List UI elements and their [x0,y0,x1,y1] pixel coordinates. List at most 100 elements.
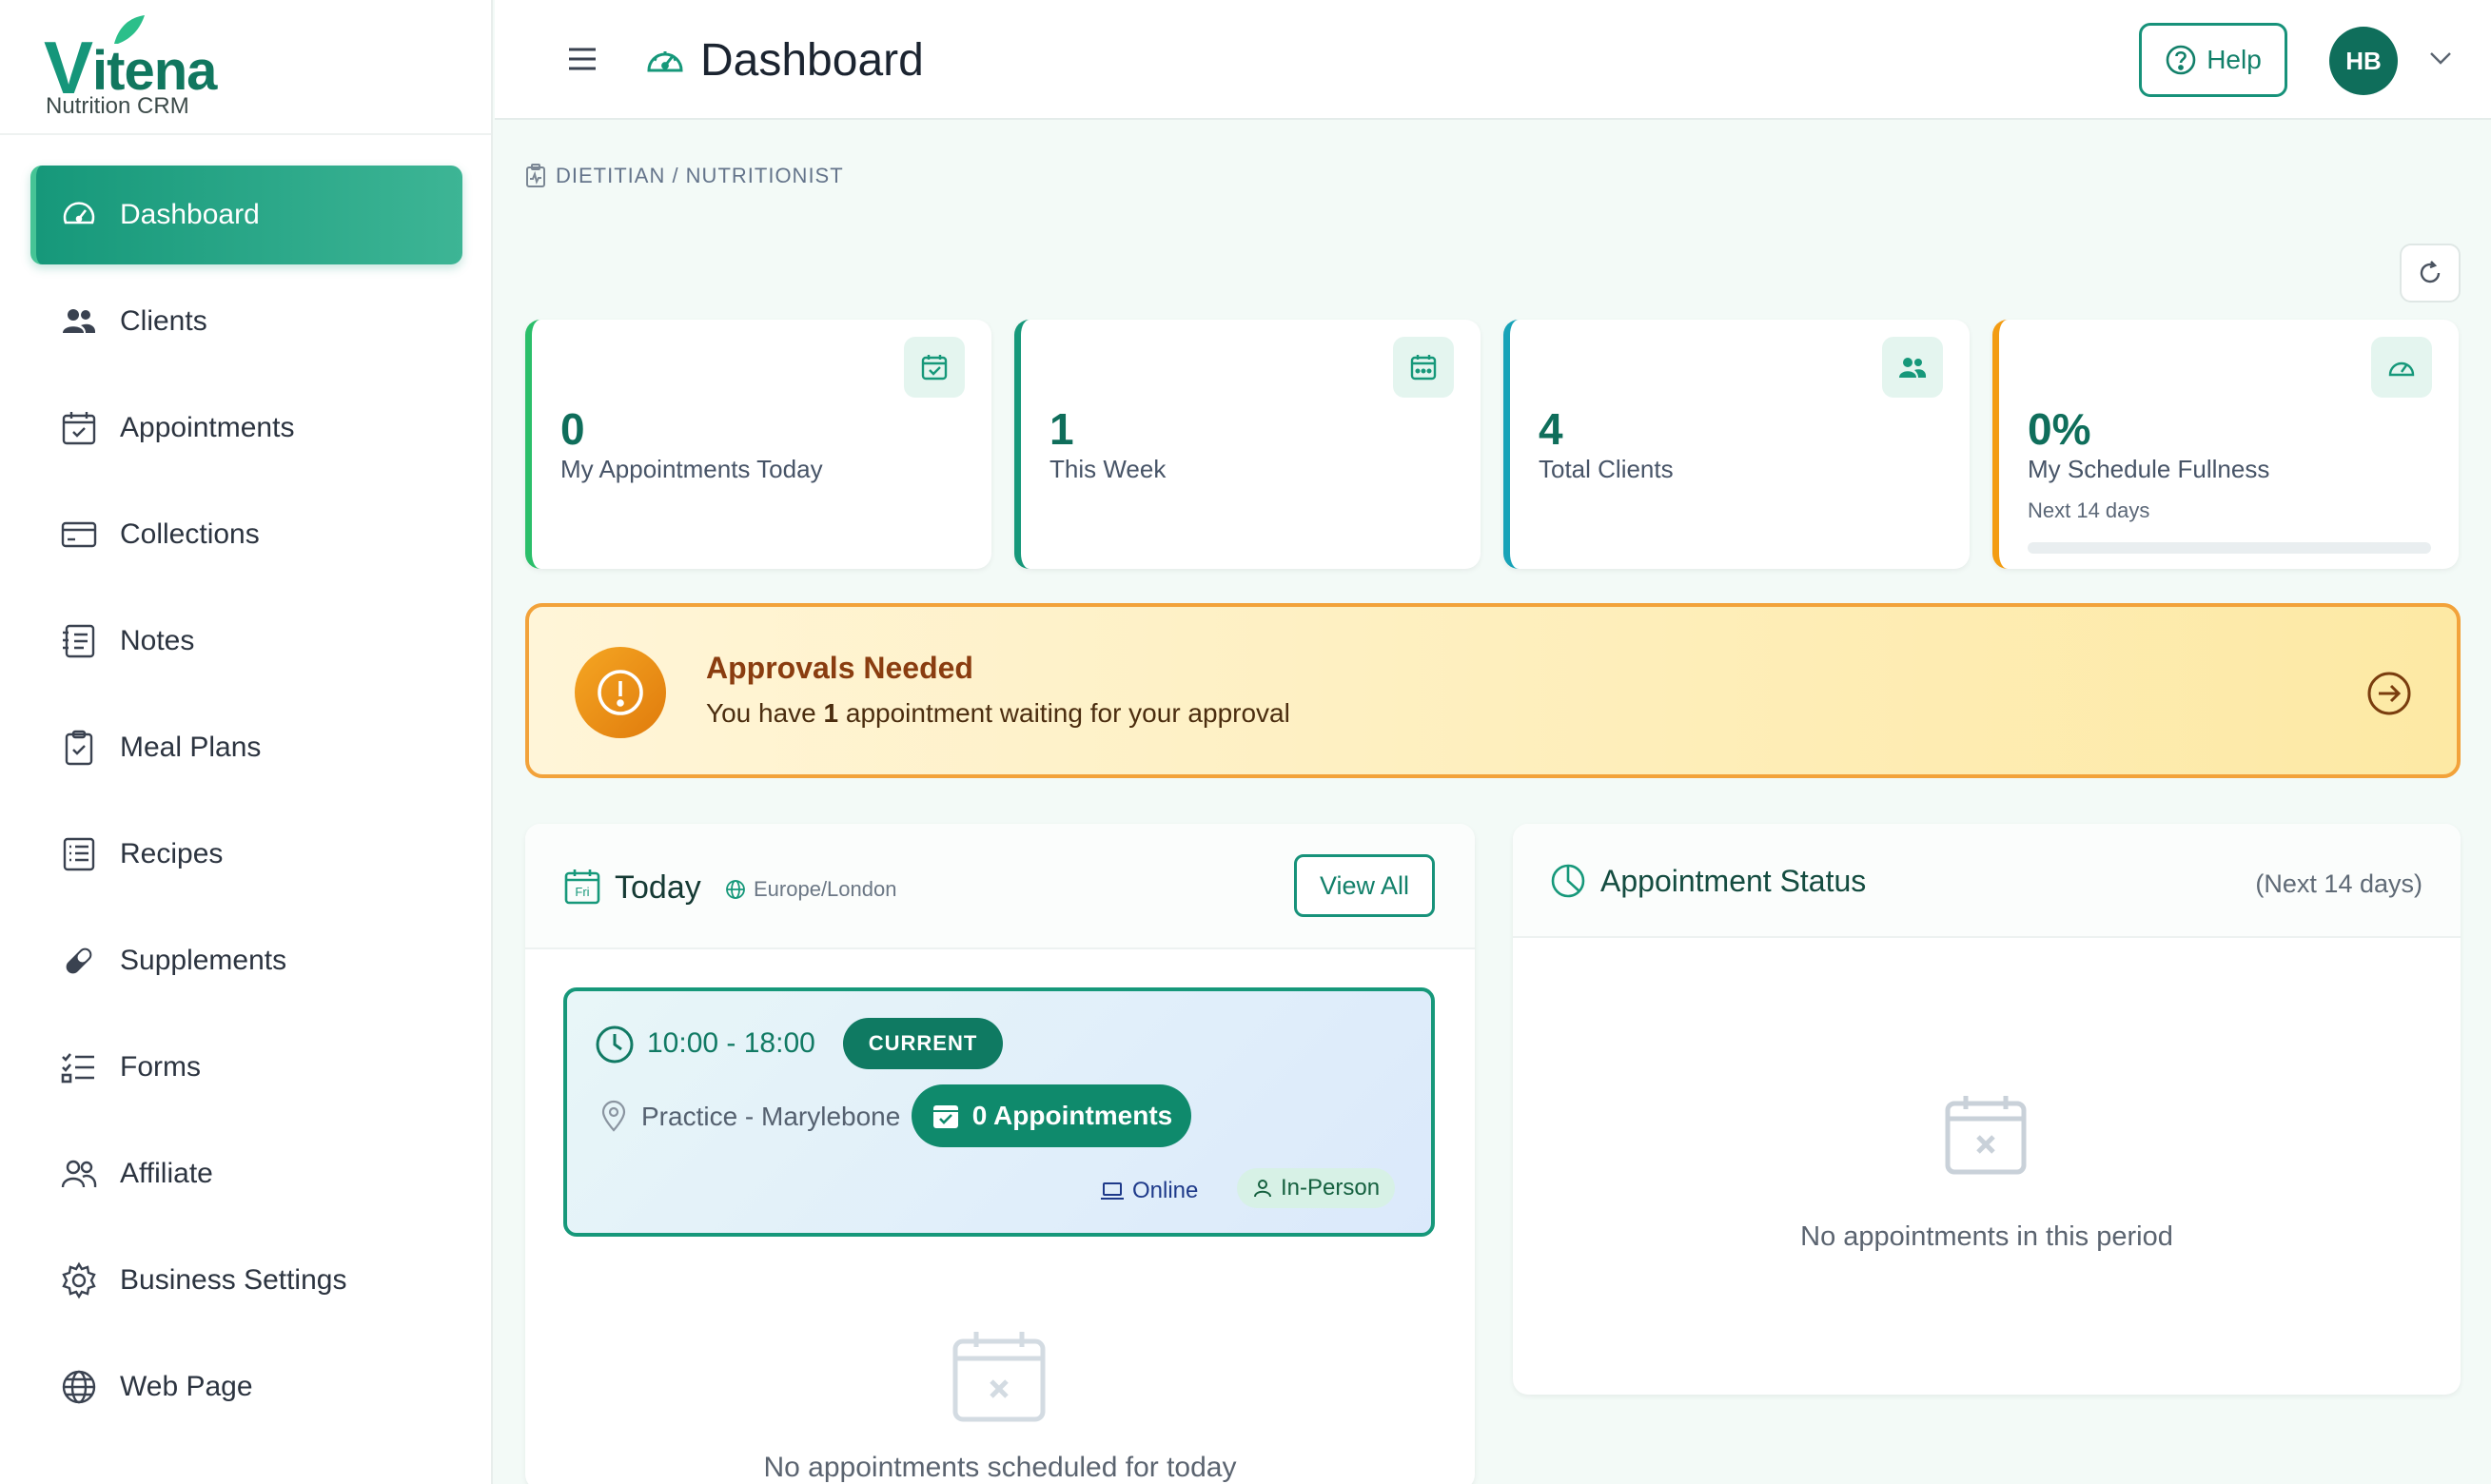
stat-card-appointments-today[interactable]: 0 My Appointments Today [525,320,991,569]
sidebar-item-dashboard[interactable]: Dashboard [30,166,462,264]
sidebar-nav: Dashboard Clients Appointments Collectio… [30,166,462,1444]
sidebar-item-clients[interactable]: Clients [30,272,462,371]
person-icon [1254,1180,1271,1198]
gear-icon [59,1260,99,1300]
checklist-icon [59,1047,99,1087]
question-circle-icon [2166,45,2196,75]
availability-slot-card[interactable]: 10:00 - 18:00 CURRENT Practice - Maryleb… [563,987,1435,1237]
users-icon [1882,337,1943,398]
sidebar-item-label: Dashboard [120,199,260,230]
sidebar-item-label: Forms [120,1051,201,1083]
sidebar-item-web-page[interactable]: Web Page [30,1338,462,1436]
approvals-banner[interactable]: Approvals Needed You have 1 appointment … [525,603,2461,778]
in-person-tag: In-Person [1237,1168,1396,1208]
pie-chart-icon [1551,864,1585,898]
approvals-title: Approvals Needed [706,651,973,685]
approvals-count: 1 [823,698,839,728]
sidebar-item-business-settings[interactable]: Business Settings [30,1231,462,1330]
calendar-check-icon [59,408,99,448]
refresh-button[interactable] [2400,244,2461,303]
gauge-icon [59,195,99,235]
stat-card-total-clients[interactable]: 4 Total Clients [1503,320,1970,569]
calendar-check-icon [932,1105,958,1128]
capsule-icon [59,941,99,981]
breadcrumb-text: DIETITIAN / NUTRITIONIST [556,164,844,187]
today-header: Fri Today Europe/London View All [525,824,1475,949]
brand-logo[interactable]: Vitena Nutrition CRM [44,13,329,120]
sidebar-item-affiliate[interactable]: Affiliate [30,1124,462,1223]
notes-icon [59,621,99,661]
stat-label: This Week [1049,455,1167,483]
sidebar-item-label: Web Page [120,1371,253,1402]
sidebar-item-notes[interactable]: Notes [30,592,462,691]
stat-label: My Appointments Today [560,455,823,483]
stat-value: 1 [1049,404,1074,454]
help-button[interactable]: Help [2139,23,2287,97]
appointments-count-button[interactable]: 0 Appointments [912,1084,1191,1147]
leaf-icon [114,15,145,44]
view-all-button[interactable]: View All [1294,854,1435,917]
approvals-text: You have 1 appointment waiting for your … [706,698,1290,728]
sidebar-item-label: Collections [120,518,260,550]
sidebar-item-label: Affiliate [120,1158,213,1189]
stat-label: My Schedule Fullness [2028,455,2270,483]
stat-value: 0% [2028,404,2091,454]
gauge-icon [2371,337,2432,398]
arrow-right-circle-icon[interactable] [2365,670,2413,717]
stat-card-schedule-fullness[interactable]: 0% My Schedule Fullness Next 14 days [1992,320,2459,569]
map-pin-icon [601,1100,626,1132]
sidebar-item-label: Supplements [120,945,287,976]
sidebar-divider [0,133,491,135]
appointment-status-title: Appointment Status [1600,864,1867,898]
appointment-status-panel: Appointment Status (Next 14 days) No app… [1513,824,2461,1395]
slot-location: Practice - Marylebone [641,1102,901,1131]
stat-value: 4 [1539,404,1563,454]
breadcrumb: DIETITIAN / NUTRITIONIST [525,164,844,188]
sidebar-item-label: Notes [120,625,195,656]
sidebar-item-collections[interactable]: Collections [30,485,462,584]
gauge-icon [647,51,683,72]
sidebar-item-label: Business Settings [120,1264,347,1296]
stat-value: 0 [560,404,585,454]
calendar-check-icon [904,337,965,398]
sidebar-item-label: Meal Plans [120,732,262,763]
alert-circle-icon [575,647,666,738]
recipe-list-icon [59,834,99,874]
stat-label: Total Clients [1539,455,1674,483]
schedule-progress-bar [2028,542,2431,554]
sidebar-item-recipes[interactable]: Recipes [30,805,462,904]
sidebar: Vitena Nutrition CRM Dashboard Clients A… [0,0,493,1484]
appointment-status-empty-message: No appointments in this period [1800,1221,2173,1252]
today-panel: Fri Today Europe/London View All 10:00 -… [525,824,1475,1484]
sidebar-item-meal-plans[interactable]: Meal Plans [30,698,462,797]
clipboard-check-icon [59,728,99,768]
brand-subtitle: Nutrition CRM [46,93,189,119]
avatar[interactable]: HB [2329,27,2398,95]
sidebar-item-label: Recipes [120,838,224,869]
today-empty-message: No appointments scheduled for today [763,1452,1237,1483]
menu-icon[interactable] [563,42,601,76]
stat-card-this-week[interactable]: 1 This Week [1014,320,1481,569]
help-label: Help [2207,45,2262,74]
svg-text:Fri: Fri [575,885,589,899]
sidebar-item-label: Clients [120,305,207,337]
globe-icon [726,880,745,899]
calendar-day-icon: Fri [564,869,600,905]
credit-card-icon [59,515,99,555]
globe-icon [59,1367,99,1407]
online-tag: Online [1100,1178,1198,1204]
today-title: Today [615,869,701,906]
sidebar-item-supplements[interactable]: Supplements [30,911,462,1010]
calendar-week-icon [1393,337,1454,398]
status-badge: CURRENT [843,1018,1003,1069]
sidebar-item-label: Appointments [120,412,295,443]
appointment-status-header: Appointment Status (Next 14 days) [1513,824,2461,938]
calendar-x-icon [1945,1096,2027,1175]
sidebar-item-appointments[interactable]: Appointments [30,379,462,478]
users-icon [59,302,99,342]
timezone-label: Europe/London [725,877,896,902]
chevron-down-icon[interactable] [2428,48,2453,68]
slot-time: 10:00 - 18:00 [647,1027,815,1059]
page-title: Dashboard [700,35,924,86]
sidebar-item-forms[interactable]: Forms [30,1018,462,1117]
